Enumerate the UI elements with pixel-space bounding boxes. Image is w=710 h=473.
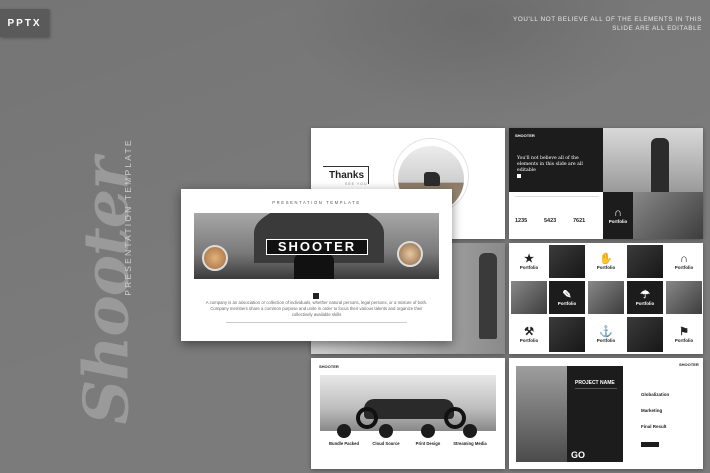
stats-portfolio-tile: ∩ Portfolio: [603, 192, 633, 239]
grid-label: Portfolio: [596, 338, 616, 343]
project-text-lines: [575, 388, 617, 402]
grid-label: Portfolio: [557, 301, 577, 306]
project-bike-photo: [516, 366, 574, 462]
cover-right-mirror: [397, 241, 423, 267]
grid-tile-hand: ✋ Portfolio: [588, 245, 624, 278]
grid-label: Portfolio: [635, 301, 655, 306]
grid-label: Portfolio: [519, 338, 539, 343]
stats-dark-panel: SHOOTER You'll not believe all of the el…: [509, 128, 603, 192]
streaming-icon: [463, 424, 477, 438]
stats-number-3: 7621: [573, 218, 586, 224]
project-title: PROJECT NAME: [575, 380, 615, 386]
star-icon: ★: [524, 253, 534, 265]
project-logo: SHOOTER: [679, 362, 699, 367]
grid-photo: [511, 281, 547, 314]
grid-photo: [549, 245, 585, 278]
cover-body-2: Company members share a common purpose a…: [210, 306, 423, 317]
cover-rule: [226, 322, 407, 323]
service-label: Streaming Media: [453, 441, 487, 446]
grid-label: Portfolio: [519, 265, 539, 270]
project-dark-panel: PROJECT NAME GO: [567, 366, 623, 462]
cover-dash: [294, 253, 334, 279]
stats-slide: SHOOTER You'll not believe all of the el…: [509, 128, 703, 239]
cloud-icon: [379, 424, 393, 438]
cover-left-mirror: [202, 245, 228, 271]
wrench-icon: ⚒: [524, 326, 534, 338]
grid-tile-pen: ✎ Portfolio: [549, 281, 585, 314]
project-slide: PROJECT NAME GO SHOOTER Globalization Ma…: [509, 358, 703, 469]
project-button: [641, 442, 659, 447]
service-label: Print Design: [415, 441, 441, 446]
format-badge: PPTX: [0, 9, 49, 37]
grid-tile-star: ★ Portfolio: [511, 245, 547, 278]
tagline-text: YOU'LL NOT BELIEVE ALL OF THE ELEMENTS I…: [513, 16, 702, 32]
service-label: Bundle Packed: [328, 441, 360, 446]
stats-rider-figure: [651, 138, 669, 192]
cover-hero-photo: SHOOTER: [194, 213, 439, 279]
grid-tile-flag: ⚑ Portfolio: [666, 317, 702, 352]
service-label: Cloud Source: [372, 441, 400, 446]
grid-tile-wrench: ⚒ Portfolio: [511, 317, 547, 352]
cover-divider-mark: [313, 293, 319, 299]
grid-label: Portfolio: [596, 265, 616, 270]
services-bike-photo: [320, 375, 496, 431]
stats-headline: You'll not believe all of the elements i…: [517, 156, 583, 173]
grid-tile-anchor: ⚓ Portfolio: [588, 317, 624, 352]
cover-title: SHOOTER: [266, 239, 368, 255]
print-icon: [421, 424, 435, 438]
stats-rider-photo: [603, 128, 703, 192]
services-bike-wheel-back: [356, 407, 378, 429]
cover-slide: PRESENTATION TEMPLATE SHOOTER A company …: [181, 189, 452, 341]
services-logo: SHOOTER: [319, 364, 339, 369]
cover-kicker: PRESENTATION TEMPLATE: [272, 200, 361, 205]
stats-bike-photo: [633, 192, 703, 239]
grid-photo: [588, 281, 624, 314]
thanks-subtitle: SEE YOU: [345, 182, 368, 186]
grid-tile-magnet: ∩ Portfolio: [666, 245, 702, 278]
grid-tile-umbrella: ☂ Portfolio: [627, 281, 663, 314]
grid-photo: [627, 245, 663, 278]
services-bike-wheel-front: [444, 407, 466, 429]
project-list-item: Globalization: [641, 392, 670, 397]
stats-text-lines: [515, 196, 599, 206]
grid-photo: [666, 281, 702, 314]
grid-photo: [627, 317, 663, 352]
stats-number-1: 1235: [515, 218, 528, 224]
grid-label: Portfolio: [674, 338, 694, 343]
project-list-item: Final Result: [641, 424, 667, 429]
grid-photo: [549, 317, 585, 352]
flag-icon: ⚑: [679, 326, 689, 338]
stats-tile-label: Portfolio: [608, 219, 628, 224]
magnet-icon: ∩: [614, 207, 622, 219]
stats-number-2: 5423: [544, 218, 557, 224]
grid-label: Portfolio: [674, 265, 694, 270]
anchor-icon: ⚓: [599, 326, 613, 338]
portfolio-grid-slide: ★ Portfolio ✋ Portfolio ∩ Portfolio ✎ Portfo…: [509, 243, 703, 354]
project-go-label: GO: [571, 450, 586, 460]
magnet-icon: ∩: [680, 253, 688, 265]
thanks-title: Thanks: [329, 170, 365, 181]
hand-icon: ✋: [599, 253, 613, 265]
vertical-subtitle: PRESENTATION TEMPLATE: [123, 138, 133, 296]
project-list-item: Marketing: [641, 408, 663, 413]
bundle-icon: [337, 424, 351, 438]
services-slide: SHOOTER Bundle Packed Cloud Source Print…: [311, 358, 505, 469]
thanks-rider: [424, 172, 440, 186]
model-figure: [479, 253, 497, 339]
stats-bullet: [517, 174, 521, 178]
pen-icon: ✎: [562, 289, 572, 301]
umbrella-icon: ☂: [640, 289, 650, 301]
stats-logo: SHOOTER: [515, 133, 535, 138]
